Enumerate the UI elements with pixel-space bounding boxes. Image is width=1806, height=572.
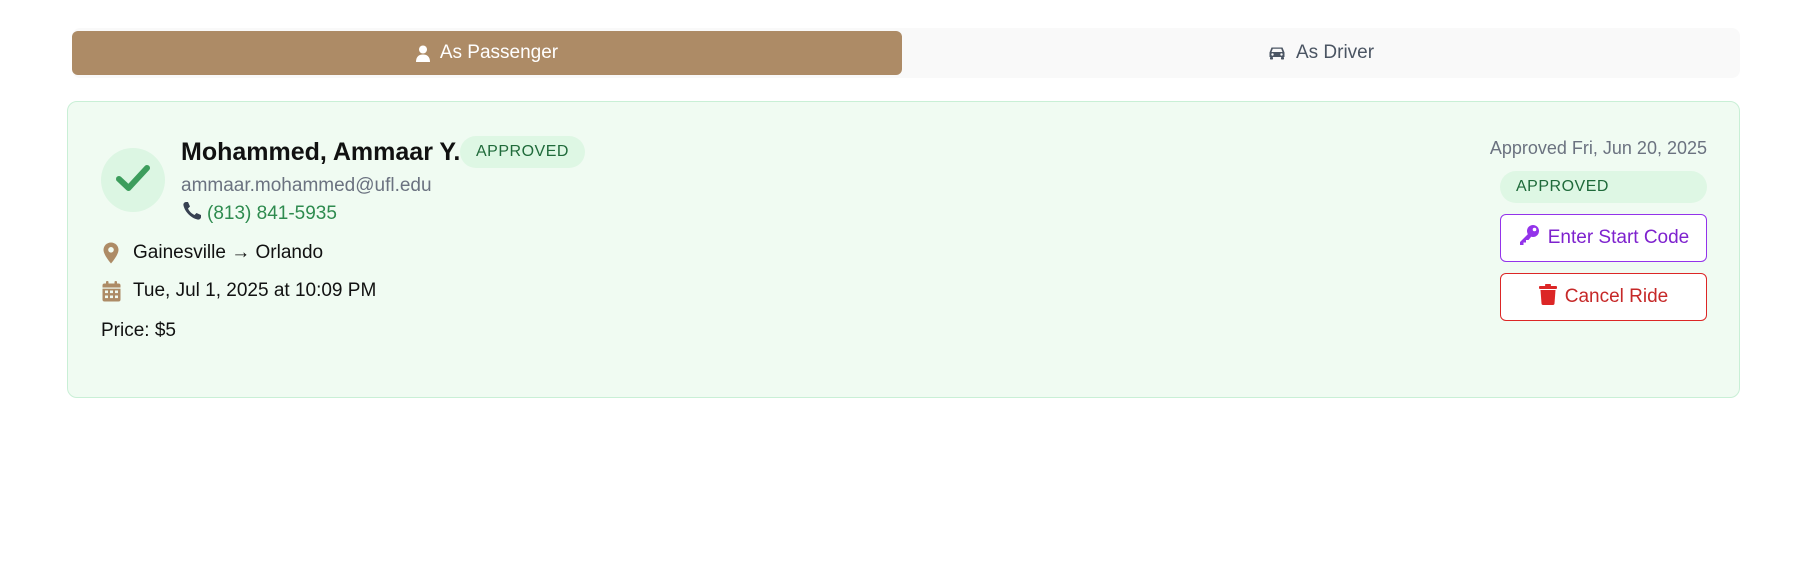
- role-tabs: As Passenger As Driver: [72, 28, 1740, 78]
- check-icon: [116, 164, 150, 197]
- route-text: Gainesville → Orlando: [133, 242, 324, 263]
- passenger-name: Mohammed, Ammaar Y.: [181, 138, 461, 166]
- route-row: Gainesville → Orlando: [101, 242, 323, 264]
- tab-as-passenger-label: As Passenger: [439, 42, 559, 63]
- enter-start-code-button[interactable]: Enter Start Code: [1500, 214, 1707, 262]
- date-row: Tue, Jul 1, 2025 at 10:09 PM: [101, 280, 376, 302]
- status-badge: APPROVED: [460, 136, 585, 168]
- tab-as-passenger[interactable]: As Passenger: [72, 31, 902, 75]
- phone-row: (813) 841-5935: [181, 200, 337, 228]
- phone-icon: [181, 200, 203, 228]
- page: As Passenger As Driver Mohammed, Ammaar …: [0, 0, 1806, 572]
- user-icon: [415, 45, 430, 62]
- calendar-icon: [101, 280, 121, 302]
- ride-datetime: Tue, Jul 1, 2025 at 10:09 PM: [133, 280, 377, 301]
- map-pin-icon: [101, 242, 121, 264]
- status-badge-right: APPROVED: [1500, 171, 1707, 203]
- tab-as-driver[interactable]: As Driver: [902, 31, 1740, 75]
- status-avatar: [101, 148, 165, 212]
- passenger-email: ammaar.mohammed@ufl.edu: [181, 175, 432, 196]
- phone-link[interactable]: (813) 841-5935: [207, 203, 337, 225]
- car-icon: [1268, 46, 1286, 60]
- cancel-ride-label: Cancel Ride: [1564, 286, 1669, 307]
- ride-request-card: Mohammed, Ammaar Y. APPROVED ammaar.moha…: [67, 101, 1740, 398]
- ride-actions: Approved Fri, Jun 20, 2025 APPROVED Ente…: [1407, 138, 1707, 321]
- enter-start-code-label: Enter Start Code: [1547, 227, 1690, 248]
- cancel-ride-button[interactable]: Cancel Ride: [1500, 273, 1707, 321]
- key-icon: [1518, 224, 1540, 252]
- ride-price: Price: $5: [101, 320, 176, 341]
- approved-date: Approved Fri, Jun 20, 2025: [1489, 138, 1707, 158]
- trash-icon: [1538, 283, 1557, 311]
- tab-as-driver-label: As Driver: [1295, 42, 1375, 63]
